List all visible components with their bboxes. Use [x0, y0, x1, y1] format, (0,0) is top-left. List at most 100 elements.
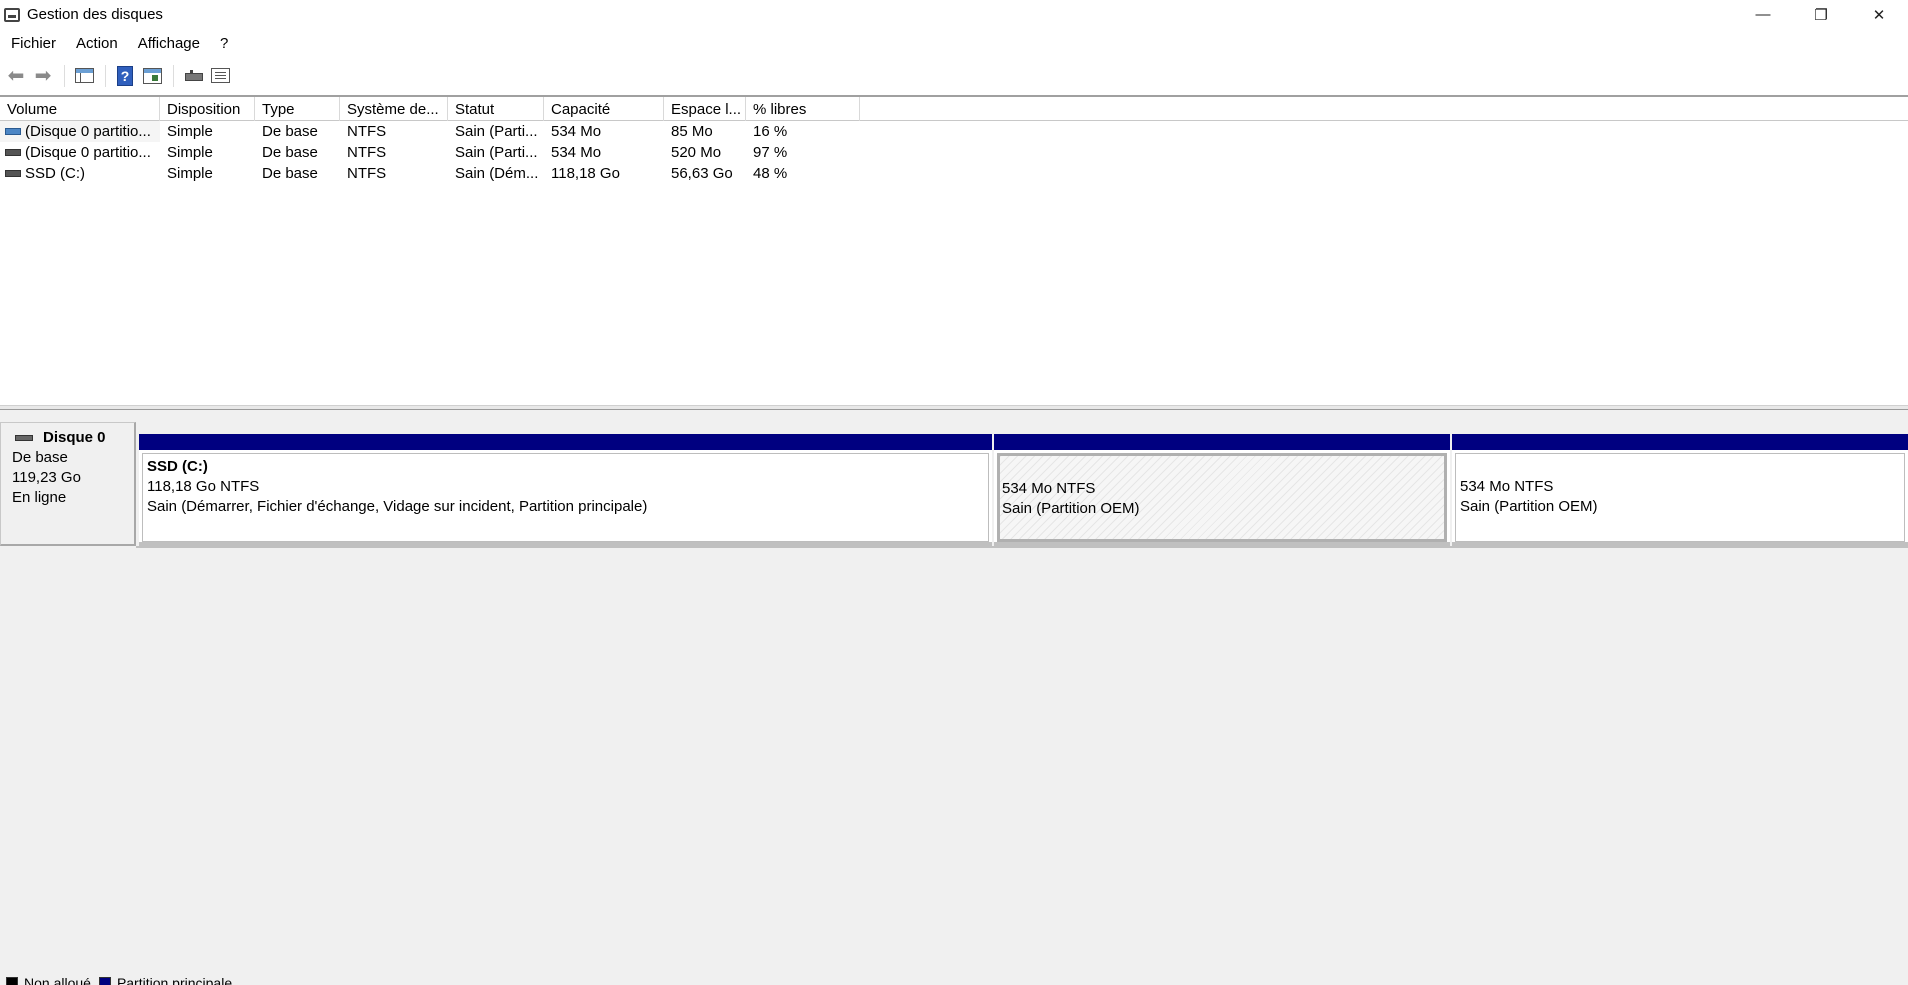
filesystem-cell: NTFS: [347, 144, 387, 161]
title-bar: Gestion des disques — ❐ ✕: [0, 0, 1908, 29]
partition-ssd-c[interactable]: SSD (C:) 118,18 Go NTFS Sain (Démarrer, …: [139, 434, 992, 546]
partition-status: Sain (Partition OEM): [1002, 500, 1140, 517]
volume-icon: [5, 149, 21, 156]
partition-status: Sain (Démarrer, Fichier d'échange, Vidag…: [147, 498, 648, 515]
table-row[interactable]: (Disque 0 partitio... Simple De base NTF…: [0, 142, 1908, 163]
partition-name: SSD (C:): [147, 458, 208, 475]
help-icon: ?: [117, 65, 133, 86]
partition-size-fs: 118,18 Go NTFS: [147, 478, 260, 495]
menu-help[interactable]: ?: [210, 35, 238, 52]
disposition-cell: Simple: [167, 144, 213, 161]
menu-fichier[interactable]: Fichier: [0, 35, 66, 52]
disk-state: En ligne: [12, 489, 67, 506]
toolbar-separator: [105, 64, 106, 87]
filesystem-cell: NTFS: [347, 165, 387, 182]
list-view-button[interactable]: [209, 65, 231, 87]
column-header-percent-free[interactable]: % libres: [746, 97, 860, 121]
status-cell: Sain (Dém...: [455, 165, 539, 182]
legend-swatch: [98, 977, 111, 985]
legend: Non alloué Partition principale: [0, 975, 1908, 985]
partition-oem-1[interactable]: 534 Mo NTFS Sain (Partition OEM): [994, 434, 1450, 546]
disk-properties-button[interactable]: [182, 65, 204, 87]
free-space-cell: 520 Mo: [671, 144, 722, 161]
partition-body-selected: 534 Mo NTFS Sain (Partition OEM): [997, 453, 1447, 542]
column-header-capacity[interactable]: Capacité: [544, 97, 664, 121]
disk-kind: De base: [12, 449, 68, 466]
action-pane-icon: [142, 67, 162, 84]
partition-header-bar: [994, 434, 1450, 450]
restore-button[interactable]: ❐: [1792, 0, 1850, 29]
menu-affichage[interactable]: Affichage: [128, 35, 210, 52]
column-header-type[interactable]: Type: [255, 97, 340, 121]
close-button[interactable]: ✕: [1850, 0, 1908, 29]
disk-name-line: Disque 0: [12, 428, 134, 448]
free-space-cell: 85 Mo: [671, 123, 713, 140]
partition-status: Sain (Partition OEM): [1460, 498, 1598, 515]
disk-label[interactable]: Disque 0 De base 119,23 Go En ligne: [0, 422, 136, 546]
volume-name: SSD (C:): [25, 165, 85, 182]
volume-cell: SSD (C:): [0, 163, 160, 184]
status-cell: Sain (Parti...: [455, 123, 538, 140]
legend-swatch: [6, 977, 18, 985]
partition-header-bar: [1452, 434, 1908, 450]
disk-name: Disque 0: [43, 429, 106, 446]
partition-oem-2[interactable]: 534 Mo NTFS Sain (Partition OEM): [1452, 434, 1908, 546]
window-controls: — ❐ ✕: [1734, 0, 1908, 29]
column-header-free-space[interactable]: Espace l...: [664, 97, 746, 121]
legend-label: Non alloué: [24, 975, 91, 985]
toolbar-separator: [64, 64, 65, 87]
menu-bar: Fichier Action Affichage ?: [0, 29, 1908, 57]
percent-free-cell: 48 %: [753, 165, 788, 182]
toolbar: ⬅ ➡ ?: [0, 57, 1908, 95]
volume-icon: [5, 170, 21, 177]
type-cell: De base: [262, 123, 318, 140]
percent-free-cell: 16 %: [753, 123, 788, 140]
partition-header-bar: [139, 434, 992, 450]
volume-list: Volume Disposition Type Système de... St…: [0, 95, 1908, 405]
partition-body: SSD (C:) 118,18 Go NTFS Sain (Démarrer, …: [142, 453, 989, 542]
disk-map-pane: Disque 0 De base 119,23 Go En ligne SSD …: [0, 410, 1908, 985]
action-pane-button[interactable]: [141, 65, 163, 87]
disk-management-app-icon: [4, 7, 20, 22]
window-title: Gestion des disques: [27, 6, 163, 23]
menu-action[interactable]: Action: [66, 35, 128, 52]
partition-name: [1002, 459, 1444, 479]
partition-size-fs: 534 Mo NTFS: [1460, 478, 1554, 495]
list-view-icon: [210, 68, 230, 83]
partition-size-fs: 534 Mo NTFS: [1002, 480, 1096, 497]
console-tree-icon: [74, 68, 94, 83]
legend-item-unallocated: Non alloué: [6, 975, 91, 985]
disk-properties-icon: [183, 69, 203, 82]
status-cell: Sain (Parti...: [455, 144, 538, 161]
back-button[interactable]: ⬅: [5, 65, 27, 87]
volume-cell: (Disque 0 partitio...: [0, 121, 160, 142]
partition-body: 534 Mo NTFS Sain (Partition OEM): [1455, 453, 1905, 542]
type-cell: De base: [262, 165, 318, 182]
forward-button[interactable]: ➡: [32, 65, 54, 87]
disk-icon: [15, 435, 33, 441]
volume-list-header: Volume Disposition Type Système de... St…: [0, 97, 1908, 121]
back-arrow-icon: ⬅: [7, 64, 25, 87]
table-row[interactable]: SSD (C:) Simple De base NTFS Sain (Dém..…: [0, 163, 1908, 184]
disk-row-divider: [136, 546, 1908, 548]
console-tree-button[interactable]: [73, 65, 95, 87]
volume-name: (Disque 0 partitio...: [25, 144, 151, 161]
column-header-disposition[interactable]: Disposition: [160, 97, 255, 121]
capacity-cell: 534 Mo: [551, 144, 602, 161]
volume-icon: [5, 128, 21, 135]
help-button[interactable]: ?: [114, 65, 136, 87]
column-header-status[interactable]: Statut: [448, 97, 544, 121]
toolbar-separator: [173, 64, 174, 87]
column-header-volume[interactable]: Volume: [0, 97, 160, 121]
forward-arrow-icon: ➡: [34, 64, 52, 87]
partition-name: [1460, 457, 1904, 477]
minimize-button[interactable]: —: [1734, 0, 1792, 29]
legend-item-primary: Partition principale: [98, 975, 232, 985]
volume-cell: (Disque 0 partitio...: [0, 142, 160, 163]
table-row[interactable]: (Disque 0 partitio... Simple De base NTF…: [0, 121, 1908, 142]
capacity-cell: 118,18 Go: [551, 165, 620, 182]
column-header-filesystem[interactable]: Système de...: [340, 97, 448, 121]
capacity-cell: 534 Mo: [551, 123, 602, 140]
disk-size: 119,23 Go: [12, 469, 81, 486]
disk-row: Disque 0 De base 119,23 Go En ligne SSD …: [0, 422, 1908, 546]
